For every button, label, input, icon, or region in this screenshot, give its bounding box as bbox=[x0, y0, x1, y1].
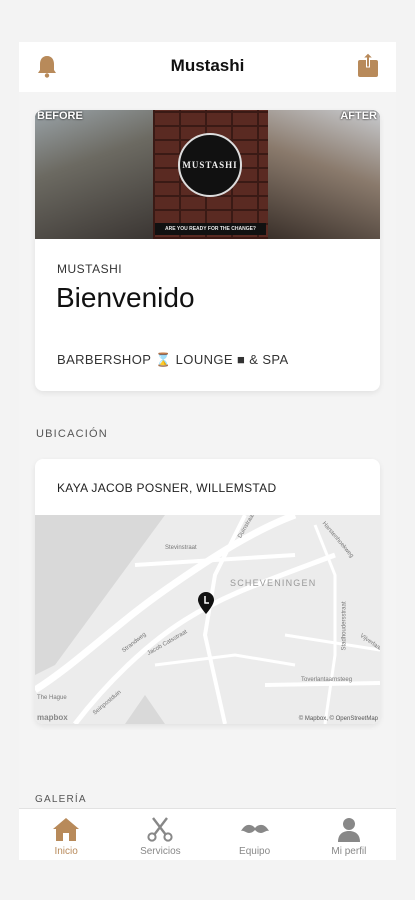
street-label: Stevinstraat bbox=[165, 545, 197, 551]
tab-mi-perfil[interactable]: Mi perfil bbox=[302, 809, 396, 860]
scissors-icon bbox=[147, 817, 173, 842]
location-pin-icon[interactable] bbox=[198, 592, 214, 614]
mapbox-logo[interactable]: mapbox bbox=[37, 713, 68, 722]
location-section-label: UBICACIÓN bbox=[36, 428, 108, 440]
tab-label: Servicios bbox=[140, 846, 181, 857]
page-title: Mustashi bbox=[170, 56, 245, 75]
street-label: Toverlantaarnsteeg bbox=[301, 677, 353, 683]
app-screen: Mustashi MUSTASHI ARE YOU READY FOR THE … bbox=[19, 42, 396, 860]
brand-name: MUSTASHI bbox=[57, 262, 123, 276]
location-map[interactable]: Stevinstraat Strandweg Jacob Catsstraat … bbox=[35, 515, 380, 724]
map-attribution[interactable]: © Mapbox, © OpenStreetMap bbox=[299, 716, 378, 722]
tab-servicios[interactable]: Servicios bbox=[113, 809, 207, 860]
top-bar: Mustashi bbox=[19, 42, 396, 92]
map-streets bbox=[35, 515, 380, 724]
mustache-icon bbox=[240, 824, 269, 833]
barbershop-logo: MUSTASHI bbox=[178, 133, 242, 197]
address-text: KAYA JACOB POSNER, WILLEMSTAD bbox=[57, 481, 277, 495]
user-icon bbox=[337, 818, 360, 842]
bottom-tab-bar: Inicio Servicios Equipo Mi perfil bbox=[19, 808, 396, 860]
location-card: KAYA JACOB POSNER, WILLEMSTAD Stevinstra… bbox=[35, 459, 380, 724]
banner-slogan: ARE YOU READY FOR THE CHANGE? bbox=[155, 223, 266, 235]
tab-inicio[interactable]: Inicio bbox=[19, 809, 113, 860]
share-icon[interactable] bbox=[357, 52, 379, 78]
welcome-heading: Bienvenido bbox=[56, 282, 195, 313]
street-label: Stadhoudersstraat bbox=[341, 601, 348, 651]
tab-label: Mi perfil bbox=[331, 846, 367, 857]
before-after-banner: MUSTASHI ARE YOU READY FOR THE CHANGE? B… bbox=[35, 110, 380, 239]
gallery-section-label: GALERÍA bbox=[35, 794, 87, 805]
after-photo bbox=[268, 110, 380, 239]
district-label: SCHEVENINGEN bbox=[230, 578, 317, 588]
after-label: AFTER bbox=[340, 110, 377, 122]
business-tagline: BARBERSHOP ⌛ LOUNGE ■ & SPA bbox=[57, 352, 289, 367]
before-photo bbox=[35, 110, 153, 239]
home-icon bbox=[53, 818, 80, 841]
welcome-card: MUSTASHI ARE YOU READY FOR THE CHANGE? B… bbox=[35, 110, 380, 391]
tab-equipo[interactable]: Equipo bbox=[208, 809, 302, 860]
tab-label: Inicio bbox=[54, 846, 78, 857]
before-label: BEFORE bbox=[37, 110, 83, 122]
city-label: The Hague bbox=[37, 695, 67, 701]
tab-label: Equipo bbox=[239, 846, 271, 857]
